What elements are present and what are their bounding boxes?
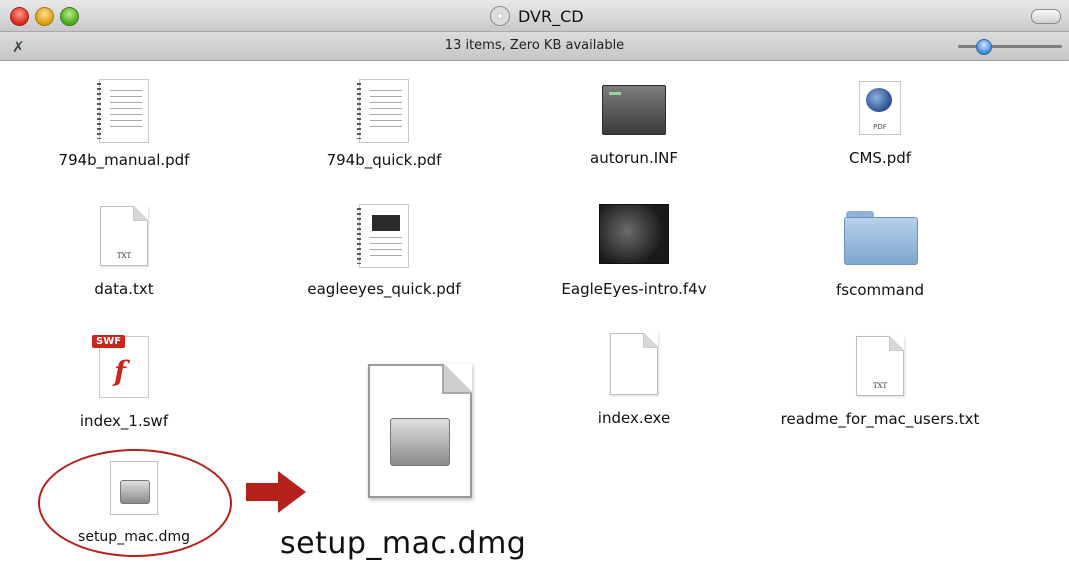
txt-icon: TXT	[856, 336, 904, 396]
video-icon	[599, 204, 669, 264]
file-name: CMS.pdf	[848, 149, 912, 167]
file-item[interactable]: autorun.INF	[524, 85, 744, 167]
file-name: eagleeyes_quick.pdf	[307, 280, 461, 298]
pdf-icon	[97, 79, 149, 143]
zoom-button[interactable]	[60, 7, 79, 26]
folder-icon	[844, 211, 918, 265]
document-icon	[610, 333, 658, 395]
pdf-icon	[357, 204, 409, 268]
file-ext: TXT	[872, 382, 888, 390]
file-name: fscommand	[836, 281, 924, 299]
file-name: data.txt	[94, 280, 154, 298]
file-item[interactable]: EagleEyes-intro.f4v	[524, 204, 744, 298]
file-item[interactable]: TXT data.txt	[14, 206, 234, 298]
pdf-icon: PDF	[859, 81, 901, 135]
file-name: 794b_manual.pdf	[58, 151, 190, 169]
window-title-text: DVR_CD	[518, 6, 584, 26]
file-name: EagleEyes-intro.f4v	[561, 280, 707, 298]
txt-icon: TXT	[100, 206, 148, 266]
file-item[interactable]: TXT readme_for_mac_users.txt	[770, 336, 990, 428]
window-title: DVR_CD	[490, 5, 584, 27]
file-grid: 794b_manual.pdf 794b_quick.pdf autorun.I…	[0, 61, 1069, 561]
minimize-button[interactable]	[35, 7, 54, 26]
file-ext: PDF	[873, 123, 887, 131]
file-item[interactable]: PDF CMS.pdf	[770, 81, 990, 167]
file-item[interactable]: 794b_quick.pdf	[274, 79, 494, 169]
file-item[interactable]: eagleeyes_quick.pdf	[274, 204, 494, 298]
highlight-circle	[38, 449, 232, 557]
callout-label: setup_mac.dmg	[280, 526, 527, 561]
file-name: 794b_quick.pdf	[326, 151, 442, 169]
file-ext: TXT	[116, 252, 132, 260]
pdf-icon	[357, 79, 409, 143]
swf-icon: SWF f	[92, 335, 149, 398]
file-name: readme_for_mac_users.txt	[780, 410, 980, 428]
window-icon	[602, 85, 666, 135]
file-item[interactable]: 794b_manual.pdf	[14, 79, 234, 169]
file-name: index_1.swf	[79, 412, 169, 430]
status-bar: ✗ 13 items, Zero KB available	[0, 32, 1069, 61]
file-item[interactable]: SWF f index_1.swf	[14, 335, 234, 430]
file-item[interactable]: index.exe	[524, 333, 744, 427]
close-button[interactable]	[10, 7, 29, 26]
toolbar-toggle-button[interactable]	[1031, 9, 1061, 24]
arrow-icon	[246, 471, 306, 513]
title-bar: DVR_CD	[0, 0, 1069, 32]
file-ext: SWF	[92, 335, 126, 348]
cd-icon	[490, 6, 510, 26]
icon-size-slider[interactable]	[958, 39, 1062, 55]
file-item[interactable]: fscommand	[770, 211, 990, 299]
file-name: autorun.INF	[590, 149, 678, 167]
slider-knob[interactable]	[976, 39, 992, 55]
status-text: 13 items, Zero KB available	[444, 38, 625, 53]
file-name: index.exe	[597, 409, 671, 427]
dmg-preview-icon	[368, 364, 472, 498]
